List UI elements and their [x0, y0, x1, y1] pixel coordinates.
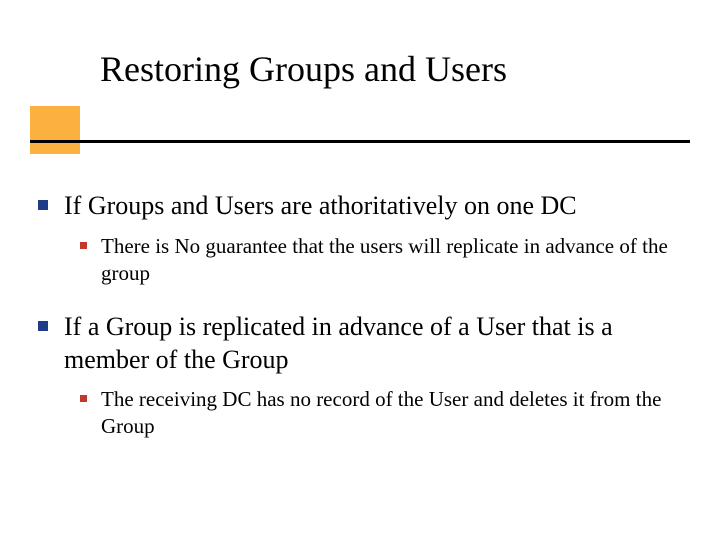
- slide: Restoring Groups and Users If Groups and…: [0, 0, 720, 540]
- slide-body: If Groups and Users are athoritatively o…: [38, 190, 688, 465]
- list-item: If Groups and Users are athoritatively o…: [38, 190, 688, 223]
- square-bullet-icon: [80, 395, 87, 402]
- list-item: The receiving DC has no record of the Us…: [80, 386, 688, 441]
- slide-title: Restoring Groups and Users: [100, 48, 507, 90]
- list-item-text: The receiving DC has no record of the Us…: [101, 386, 688, 441]
- list-item-text: If Groups and Users are athoritatively o…: [64, 190, 577, 223]
- list-item: If a Group is replicated in advance of a…: [38, 311, 688, 376]
- title-underline: [30, 140, 690, 143]
- square-bullet-icon: [38, 200, 48, 210]
- title-accent-box: [30, 106, 80, 154]
- list-item: There is No guarantee that the users wil…: [80, 233, 688, 288]
- square-bullet-icon: [80, 242, 87, 249]
- list-item-text: If a Group is replicated in advance of a…: [64, 311, 688, 376]
- square-bullet-icon: [38, 321, 48, 331]
- list-item-text: There is No guarantee that the users wil…: [101, 233, 688, 288]
